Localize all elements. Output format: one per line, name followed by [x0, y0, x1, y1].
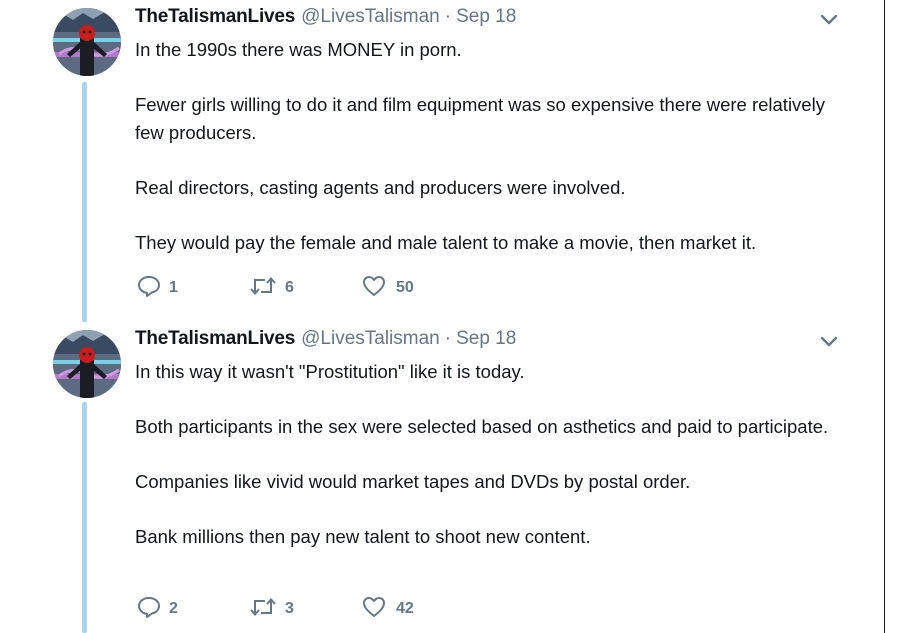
tweet-text: In the 1990s there was MONEY in porn. Fe…	[135, 36, 835, 257]
retweet-button[interactable]: 3	[249, 596, 294, 622]
reply-icon	[137, 275, 161, 302]
heart-icon	[362, 596, 386, 623]
retweet-count: 3	[285, 600, 294, 617]
tweet-date[interactable]: Sep 18	[456, 6, 516, 28]
tweet-paragraph: Companies like vivid would market tapes …	[135, 471, 691, 492]
display-name[interactable]: TheTalismanLives	[135, 328, 295, 350]
chevron-down-icon[interactable]	[818, 12, 840, 28]
reply-icon	[137, 596, 161, 623]
thread-timeline: TheTalismanLives @LivesTalisman · Sep 18…	[0, 0, 899, 633]
retweet-icon	[249, 276, 277, 301]
user-handle[interactable]: @LivesTalisman	[301, 328, 440, 350]
avatar[interactable]	[53, 330, 121, 398]
reply-button[interactable]: 2	[137, 596, 178, 622]
separator: ·	[444, 328, 452, 349]
user-handle[interactable]: @LivesTalisman	[301, 6, 440, 28]
retweet-icon	[249, 597, 277, 622]
separator: ·	[444, 6, 452, 27]
reply-button[interactable]: 1	[137, 275, 178, 301]
like-count: 42	[396, 600, 414, 617]
tweet-paragraph: Both participants in the sex were select…	[135, 416, 829, 437]
tweet[interactable]: TheTalismanLives @LivesTalisman · Sep 18…	[0, 322, 880, 633]
like-button[interactable]: 50	[362, 275, 414, 301]
tweet-date[interactable]: Sep 18	[456, 328, 516, 350]
timeline-border	[884, 0, 885, 633]
tweet-paragraph: Fewer girls willing to do it and film eq…	[135, 94, 825, 143]
display-name[interactable]: TheTalismanLives	[135, 6, 295, 28]
reply-count: 2	[169, 600, 178, 617]
tweet-paragraph: Real directors, casting agents and produ…	[135, 177, 626, 198]
like-count: 50	[396, 279, 414, 296]
tweet-paragraph: They would pay the female and male talen…	[135, 232, 757, 253]
tweet-header: TheTalismanLives @LivesTalisman · Sep 18	[135, 6, 516, 30]
tweet-header: TheTalismanLives @LivesTalisman · Sep 18	[135, 328, 516, 352]
reply-count: 1	[169, 279, 178, 296]
retweet-count: 6	[285, 279, 294, 296]
tweet-paragraph: Bank millions then pay new talent to sho…	[135, 526, 591, 547]
tweet-paragraph: In the 1990s there was MONEY in porn.	[135, 39, 462, 60]
heart-icon	[362, 275, 386, 302]
chevron-down-icon[interactable]	[818, 334, 840, 350]
retweet-button[interactable]: 6	[249, 275, 294, 301]
tweet-text: In this way it wasn't "Prostitution" lik…	[135, 358, 835, 551]
tweet-paragraph: In this way it wasn't "Prostitution" lik…	[135, 361, 525, 382]
like-button[interactable]: 42	[362, 596, 414, 622]
avatar[interactable]	[53, 8, 121, 76]
tweet[interactable]: TheTalismanLives @LivesTalisman · Sep 18…	[0, 0, 880, 320]
